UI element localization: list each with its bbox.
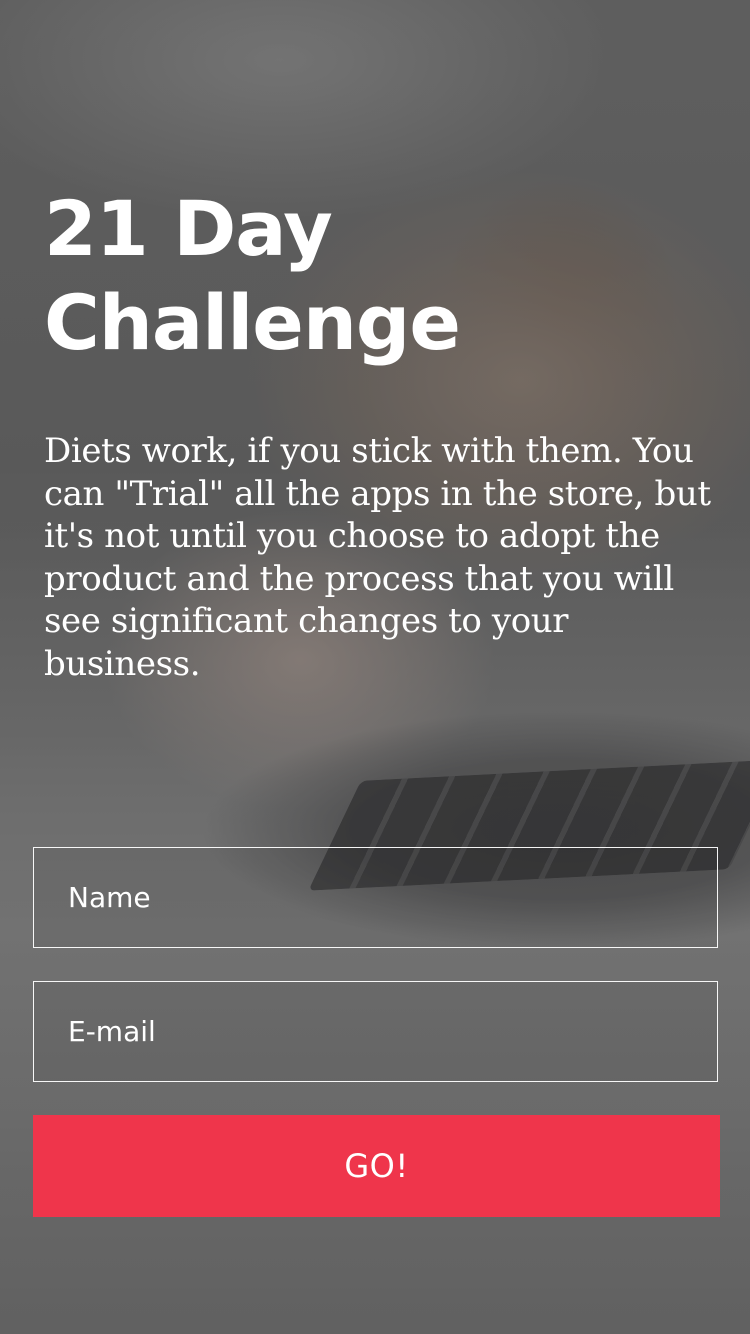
description-text: Diets work, if you stick with them. You … — [44, 431, 711, 684]
email-input[interactable] — [34, 982, 717, 1081]
name-input[interactable] — [34, 848, 717, 947]
email-field-box — [33, 981, 718, 1082]
go-button[interactable]: GO! — [33, 1115, 720, 1217]
page-title: 21 Day Challenge — [44, 182, 704, 370]
name-field-box — [33, 847, 718, 948]
signup-screen: 21 Day Challenge Diets work, if you stic… — [0, 0, 750, 1334]
title-line-1: 21 Day — [44, 184, 333, 273]
title-line-2: Challenge — [44, 278, 461, 367]
